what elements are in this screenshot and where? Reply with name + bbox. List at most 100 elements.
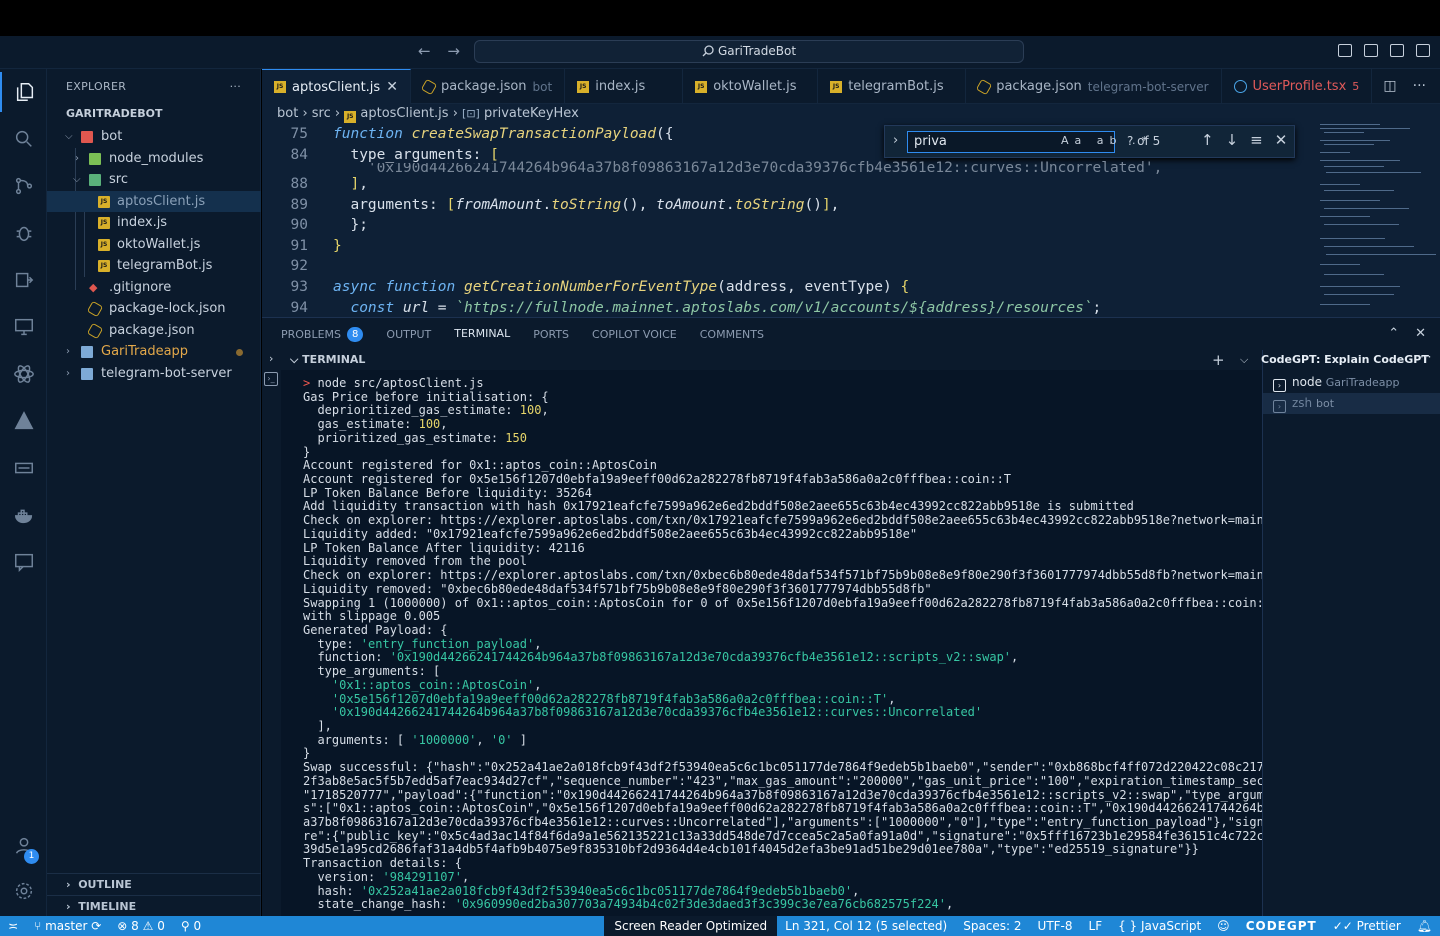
tab-telegrambot[interactable]: JS telegramBot.js	[818, 69, 967, 104]
indentation-status[interactable]: Spaces: 2	[955, 919, 1029, 933]
breadcrumb-item[interactable]: src	[312, 106, 331, 121]
breadcrumb-item[interactable]: aptosClient.js	[360, 106, 448, 121]
modified-dot	[236, 349, 243, 356]
tree-folder-telegram-bot-server[interactable]: › telegram-bot-server	[47, 363, 261, 385]
line-number: 93	[290, 279, 308, 295]
tree-file-telegrambot[interactable]: JS telegramBot.js	[47, 255, 261, 277]
toggle-panel-icon[interactable]	[1364, 44, 1378, 57]
tab-userprofile[interactable]: UserProfile.tsx 5	[1222, 69, 1373, 104]
tree-file-aptosclient[interactable]: JS aptosClient.js	[47, 190, 261, 212]
line-number: 92	[290, 258, 308, 274]
notifications-bell-icon[interactable]: 🔔︎	[1409, 919, 1440, 933]
split-editor-icon[interactable]: ◫	[1383, 78, 1396, 94]
terminal-dropdown-icon[interactable]: ⌵	[1240, 353, 1248, 367]
remote-explorer-icon[interactable]	[0, 260, 47, 300]
expand-icon[interactable]: ›	[269, 352, 273, 365]
more-actions-icon[interactable]: ···	[1413, 78, 1426, 94]
source-control-icon[interactable]	[0, 166, 47, 206]
toggle-secondary-sidebar-icon[interactable]	[1390, 44, 1404, 57]
explorer-title: EXPLORER	[66, 80, 127, 93]
terminal-item-zsh[interactable]: › zsh bot	[1263, 393, 1440, 414]
new-terminal-icon[interactable]: +	[1212, 351, 1225, 369]
explorer-icon[interactable]	[0, 72, 47, 112]
tab-package-json-bot[interactable]: package.json bot	[411, 69, 566, 104]
tree-folder-src[interactable]: ⌵ src	[47, 169, 261, 191]
breadcrumb-item[interactable]: bot	[277, 106, 298, 121]
remote-icon[interactable]: ≍	[0, 919, 26, 933]
next-match-icon[interactable]: ↓	[1226, 131, 1239, 149]
codegpt-status[interactable]: CODEGPT	[1238, 919, 1325, 933]
js-file-icon: JS	[274, 81, 286, 93]
terminal-more-icon[interactable]: ···	[1420, 350, 1431, 364]
js-file-icon: JS	[577, 80, 590, 93]
tab-ports[interactable]: PORTS	[533, 318, 569, 351]
screen-reader-status[interactable]: Screen Reader Optimized	[604, 916, 778, 936]
settings-gear-icon[interactable]	[0, 871, 47, 911]
project-root[interactable]: GARITRADEBOT	[47, 104, 260, 126]
toggle-replace-icon[interactable]: ›	[893, 133, 898, 148]
maximize-panel-icon[interactable]: ⌃	[1388, 326, 1399, 341]
tree-file-package-json[interactable]: package.json	[47, 320, 261, 342]
back-button[interactable]: ←	[418, 42, 431, 60]
ports-status[interactable]: ⚲ 0	[173, 919, 209, 933]
aptos-icon[interactable]	[0, 401, 47, 441]
react-file-icon	[1233, 80, 1247, 93]
command-center[interactable]: GariTradeBot	[474, 40, 1024, 63]
tab-output[interactable]: OUTPUT	[386, 318, 431, 351]
tree-file-oktowallet[interactable]: JS oktoWallet.js	[47, 234, 261, 256]
tree-folder-garitradeapp[interactable]: › GariTradeapp	[47, 341, 261, 363]
copilot-icon[interactable]: ☺	[1209, 919, 1238, 933]
docker-icon[interactable]	[0, 495, 47, 535]
encoding-status[interactable]: UTF-8	[1030, 919, 1081, 933]
line-number: 84	[290, 147, 308, 163]
js-file-icon: JS	[695, 80, 708, 93]
run-debug-icon[interactable]	[0, 213, 47, 253]
line-number: 75	[290, 126, 308, 142]
tab-copilot-voice[interactable]: COPILOT VOICE	[592, 318, 677, 351]
language-mode[interactable]: { } JavaScript	[1110, 919, 1209, 933]
account-icon[interactable]: 1	[0, 825, 47, 865]
terminal-output[interactable]: > node src/aptosClient.js Gas Price befo…	[281, 370, 1262, 916]
tab-index[interactable]: JS index.js	[565, 69, 684, 104]
tab-problems[interactable]: PROBLEMS 8	[281, 318, 364, 351]
problems-status[interactable]: ⊗ 8 ⚠ 0	[109, 919, 173, 933]
status-bar: ≍ ⑂ master ⟳ ⊗ 8 ⚠ 0 ⚲ 0 Screen Reader O…	[0, 916, 1440, 936]
timeline-section[interactable]: › TIMELINE	[47, 895, 261, 916]
close-panel-icon[interactable]: ✕	[1415, 326, 1426, 341]
match-count: ? of 5	[1127, 134, 1161, 148]
search-view-icon[interactable]	[0, 119, 47, 159]
explorer-more-button[interactable]: ···	[230, 80, 241, 93]
close-tab-icon[interactable]: ✕	[386, 79, 398, 95]
tab-aptosclient[interactable]: JS aptosClient.js ✕	[262, 69, 411, 104]
terminal-tab-icon[interactable]: ›_	[264, 372, 278, 386]
breadcrumb-item[interactable]: privateKeyHex	[484, 106, 579, 121]
tree-folder-bot[interactable]: ⌵ bot	[47, 126, 261, 148]
codegpt-icon[interactable]	[0, 448, 47, 488]
terminal-icon: ›	[1273, 379, 1286, 392]
tab-oktowallet[interactable]: JS oktoWallet.js	[683, 69, 819, 104]
tree-file-gitignore[interactable]: ◆ .gitignore	[47, 277, 261, 299]
branch-status[interactable]: ⑂ master ⟳	[26, 919, 109, 933]
terminal-item-node[interactable]: › node GariTradeapp	[1263, 372, 1440, 393]
tree-folder-node-modules[interactable]: › node_modules	[47, 148, 261, 170]
close-find-icon[interactable]: ✕	[1275, 131, 1288, 149]
previous-match-icon[interactable]: ↑	[1201, 131, 1214, 149]
minimap[interactable]	[1312, 104, 1440, 317]
tab-comments[interactable]: COMMENTS	[700, 318, 764, 351]
codegpt-label[interactable]: CodeGPT: Explain CodeGPT	[1261, 353, 1429, 366]
find-in-selection-icon[interactable]: ≡	[1250, 131, 1263, 149]
outline-section[interactable]: › OUTLINE	[47, 873, 261, 895]
tree-file-package-lock[interactable]: package-lock.json	[47, 298, 261, 320]
toggle-sidebar-icon[interactable]	[1338, 44, 1352, 57]
react-icon[interactable]	[0, 354, 47, 394]
tab-package-json-server[interactable]: package.json telegram-bot-server	[966, 69, 1222, 104]
cursor-position[interactable]: Ln 321, Col 12 (5 selected)	[777, 919, 955, 933]
tab-terminal[interactable]: TERMINAL	[454, 318, 511, 351]
chat-icon[interactable]	[0, 542, 47, 582]
prettier-status[interactable]: ✓✓ Prettier	[1325, 919, 1409, 933]
monitor-icon[interactable]	[0, 307, 47, 347]
forward-button[interactable]: →	[447, 42, 460, 60]
eol-status[interactable]: LF	[1081, 919, 1111, 933]
tree-file-index[interactable]: JS index.js	[47, 212, 261, 234]
customize-layout-icon[interactable]	[1416, 44, 1430, 57]
